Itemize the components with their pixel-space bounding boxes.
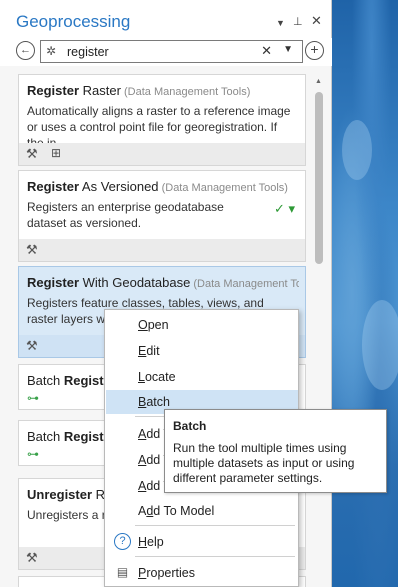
tool-name-match: Register bbox=[27, 83, 80, 98]
map-view[interactable] bbox=[332, 0, 398, 587]
tool-name-prefix: Un bbox=[27, 487, 45, 502]
tooltip-text: Run the tool multiple times using multip… bbox=[173, 441, 355, 485]
tool-name-match: Regist bbox=[63, 429, 104, 444]
pin-icon[interactable]: ⊥ bbox=[293, 15, 303, 28]
scroll-thumb[interactable] bbox=[315, 92, 323, 264]
tool-group: (Data Management Tools) bbox=[158, 182, 288, 194]
properties-icon: ▤ bbox=[116, 565, 129, 579]
tool-card-register-raster[interactable]: Register Raster (Data Management Tools) … bbox=[18, 74, 306, 166]
batch-icon: ⊶ bbox=[27, 391, 39, 405]
tool-name: Raster bbox=[79, 83, 121, 98]
tooltip: Batch Run the tool multiple times using … bbox=[164, 409, 387, 493]
tool-description: Registers an enterprise geodatabase data… bbox=[27, 200, 224, 230]
pane-menu-icon[interactable]: ▼ bbox=[276, 18, 285, 28]
clear-search-icon[interactable]: ✕ bbox=[261, 43, 272, 59]
pane-title: Geoprocessing bbox=[16, 12, 131, 31]
tool-name: With Geodatabase bbox=[79, 275, 191, 290]
tool-footer: ⚒ ⊞ bbox=[19, 143, 305, 165]
menu-item-locate[interactable]: Locate bbox=[106, 365, 298, 389]
batch-icon: ⊶ bbox=[27, 447, 39, 461]
menu-item-edit[interactable]: Edit bbox=[106, 339, 298, 363]
search-icon: ✲ bbox=[46, 44, 57, 58]
hammer-icon: ⚒ bbox=[26, 550, 38, 565]
menu-item-help[interactable]: ? Help bbox=[106, 530, 298, 554]
menu-separator bbox=[135, 556, 295, 557]
search-input[interactable] bbox=[67, 44, 267, 60]
tooltip-title: Batch bbox=[173, 419, 207, 433]
tool-name-match: Regist bbox=[63, 373, 104, 388]
tool-card-register-as-versioned[interactable]: Register As Versioned (Data Management T… bbox=[18, 170, 306, 262]
tool-name-match: Register bbox=[27, 275, 80, 290]
tool-name-prefix: Batch bbox=[27, 373, 64, 388]
tool-group: (Data Management To... bbox=[193, 278, 299, 290]
menu-separator bbox=[135, 525, 295, 526]
model-icon: ⊞ bbox=[51, 146, 62, 160]
search-row: ← ✲ ✕ ▼ + bbox=[0, 38, 332, 66]
hammer-icon: ⚒ bbox=[26, 242, 38, 257]
help-icon: ? bbox=[114, 533, 131, 550]
menu-item-properties[interactable]: ▤ Properties bbox=[106, 561, 298, 585]
hammer-icon: ⚒ bbox=[26, 338, 38, 353]
tool-title: Register As Versioned (Data Management T… bbox=[27, 179, 299, 194]
tool-name-match: Register bbox=[27, 179, 80, 194]
menu-item-open[interactable]: Open bbox=[106, 313, 298, 337]
hammer-icon: ⚒ bbox=[26, 146, 38, 161]
tool-group: (Data Management Tools) bbox=[120, 86, 251, 98]
scrollbar[interactable]: ▲ bbox=[313, 78, 325, 583]
tool-name: As Versioned bbox=[79, 179, 159, 194]
back-button[interactable]: ← bbox=[16, 41, 35, 60]
tool-title: Register Raster (Data Management Tools) bbox=[27, 83, 299, 98]
search-box[interactable]: ✲ ✕ ▼ bbox=[40, 40, 303, 63]
add-button[interactable]: + bbox=[305, 41, 324, 60]
menu-item-add-to-model[interactable]: Add To Model bbox=[106, 499, 298, 523]
check-icon[interactable]: ✓ ▾ bbox=[274, 201, 295, 217]
scroll-up-icon[interactable]: ▲ bbox=[315, 78, 322, 85]
tool-name-prefix: Batch bbox=[27, 429, 64, 444]
search-dropdown-icon[interactable]: ▼ bbox=[283, 44, 293, 55]
tool-title: Register With Geodatabase (Data Manageme… bbox=[27, 275, 299, 290]
tool-footer: ⚒ bbox=[19, 239, 305, 261]
close-icon[interactable]: ✕ bbox=[311, 13, 322, 29]
tool-name-match: register bbox=[44, 487, 93, 502]
